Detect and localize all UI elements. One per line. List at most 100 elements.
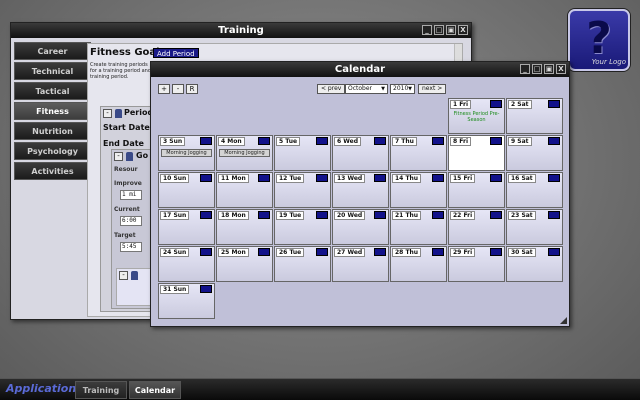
calendar-titlebar[interactable]: Calendar _ □ ▣ X	[151, 62, 569, 77]
calendar-day-cell[interactable]: 8 Fri	[448, 135, 505, 171]
add-event-button[interactable]	[490, 100, 502, 108]
calendar-day-cell[interactable]: 15 Fri	[448, 172, 505, 208]
calendar-day-cell[interactable]: 25 Mon	[216, 246, 273, 282]
add-event-button[interactable]	[490, 248, 502, 256]
nav-psychology[interactable]: Psychology	[14, 142, 91, 160]
calendar-day-cell[interactable]: 11 Mon	[216, 172, 273, 208]
add-event-button[interactable]	[316, 248, 328, 256]
calendar-day-cell[interactable]: 12 Tue	[274, 172, 331, 208]
resize-handle[interactable]	[560, 317, 567, 324]
calendar-day-cell[interactable]: 26 Tue	[274, 246, 331, 282]
close-button[interactable]: X	[458, 25, 468, 35]
target-field[interactable]: 5:45	[120, 242, 142, 252]
calendar-day-cell[interactable]: 1 Fri Fitness Period Pre-Season	[448, 98, 505, 134]
add-event-button[interactable]	[548, 100, 560, 108]
calendar-day-cell[interactable]: 20 Wed	[332, 209, 389, 245]
current-field[interactable]: 6:00	[120, 216, 142, 226]
calendar-day-cell[interactable]: 23 Sat	[506, 209, 563, 245]
add-event-button[interactable]	[258, 137, 270, 145]
zoom-out-button[interactable]: -	[172, 84, 184, 94]
add-event-button[interactable]	[200, 137, 212, 145]
restore-button[interactable]: □	[434, 25, 444, 35]
calendar-day-cell[interactable]: 5 Tue	[274, 135, 331, 171]
calendar-day-cell[interactable]: 27 Wed	[332, 246, 389, 282]
nav-fitness[interactable]: Fitness	[14, 102, 91, 120]
add-event-button[interactable]	[432, 174, 444, 182]
next-month-button[interactable]: next >	[418, 84, 447, 94]
add-event-button[interactable]	[200, 174, 212, 182]
calendar-day-cell[interactable]: 22 Fri	[448, 209, 505, 245]
calendar-event[interactable]: Morning Jogging	[219, 149, 270, 157]
add-event-button[interactable]	[548, 174, 560, 182]
minimize-button[interactable]: _	[422, 25, 432, 35]
add-event-button[interactable]	[200, 248, 212, 256]
add-event-button[interactable]	[432, 211, 444, 219]
calendar-day-cell[interactable]: 18 Mon	[216, 209, 273, 245]
maximize-button[interactable]: ▣	[544, 64, 554, 74]
add-event-button[interactable]	[432, 248, 444, 256]
reset-button[interactable]: R	[186, 84, 198, 94]
add-event-button[interactable]	[316, 211, 328, 219]
add-event-button[interactable]	[258, 174, 270, 182]
calendar-day-cell[interactable]: 28 Thu	[390, 246, 447, 282]
collapse-period-button[interactable]: -	[103, 109, 112, 118]
add-event-button[interactable]	[374, 211, 386, 219]
calendar-day-cell[interactable]: 29 Fri	[448, 246, 505, 282]
nav-activities[interactable]: Activities	[14, 162, 91, 180]
add-event-button[interactable]	[316, 137, 328, 145]
calendar-day-cell[interactable]: 30 Sat	[506, 246, 563, 282]
app-logo[interactable]: ? Your Logo	[568, 9, 630, 71]
add-event-button[interactable]	[258, 248, 270, 256]
add-event-button[interactable]	[374, 137, 386, 145]
add-period-button[interactable]: Add Period	[153, 48, 199, 58]
task-training[interactable]: Training	[75, 381, 127, 399]
maximize-button[interactable]: ▣	[446, 25, 456, 35]
add-event-button[interactable]	[200, 211, 212, 219]
calendar-day-cell[interactable]: 3 Sun Morning Jogging	[158, 135, 215, 171]
add-event-button[interactable]	[548, 248, 560, 256]
calendar-day-cell[interactable]: 6 Wed	[332, 135, 389, 171]
add-event-button[interactable]	[374, 174, 386, 182]
add-event-button[interactable]	[548, 137, 560, 145]
improve-field[interactable]: 1 mi	[120, 190, 142, 200]
calendar-day-cell[interactable]: 9 Sat	[506, 135, 563, 171]
calendar-day-cell[interactable]: 19 Tue	[274, 209, 331, 245]
calendar-day-cell[interactable]: 16 Sat	[506, 172, 563, 208]
add-event-button[interactable]	[490, 137, 502, 145]
calendar-day-cell[interactable]: 14 Thu	[390, 172, 447, 208]
add-event-button[interactable]	[374, 248, 386, 256]
calendar-event[interactable]: Fitness Period Pre-Season	[451, 111, 502, 123]
task-calendar[interactable]: Calendar	[129, 381, 181, 399]
calendar-day-cell[interactable]: 7 Thu	[390, 135, 447, 171]
applications-label[interactable]: Applications	[6, 382, 83, 395]
close-button[interactable]: X	[556, 64, 566, 74]
nav-career[interactable]: Career	[14, 42, 91, 60]
calendar-day-cell[interactable]: 10 Sun	[158, 172, 215, 208]
nav-tactical[interactable]: Tactical	[14, 82, 91, 100]
minimize-button[interactable]: _	[520, 64, 530, 74]
add-event-button[interactable]	[200, 285, 212, 293]
collapse-detail-button[interactable]: -	[119, 271, 128, 280]
year-select[interactable]: 2010 ▼	[390, 84, 415, 94]
add-event-button[interactable]	[548, 211, 560, 219]
add-event-button[interactable]	[258, 211, 270, 219]
add-event-button[interactable]	[432, 137, 444, 145]
calendar-day-cell[interactable]: 17 Sun	[158, 209, 215, 245]
training-titlebar[interactable]: Training _ □ ▣ X	[11, 23, 471, 38]
calendar-day-cell[interactable]: 2 Sat	[506, 98, 563, 134]
calendar-day-cell[interactable]: 21 Thu	[390, 209, 447, 245]
restore-button[interactable]: □	[532, 64, 542, 74]
add-event-button[interactable]	[490, 174, 502, 182]
calendar-day-cell[interactable]: 4 Mon Morning Jogging	[216, 135, 273, 171]
zoom-in-button[interactable]: +	[158, 84, 170, 94]
calendar-event[interactable]: Morning Jogging	[161, 149, 212, 157]
nav-nutrition[interactable]: Nutrition	[14, 122, 91, 140]
month-select[interactable]: October ▼	[345, 84, 388, 94]
calendar-day-cell[interactable]: 24 Sun	[158, 246, 215, 282]
prev-month-button[interactable]: < prev	[317, 84, 346, 94]
add-event-button[interactable]	[490, 211, 502, 219]
collapse-goal-button[interactable]: -	[114, 152, 123, 161]
nav-technical[interactable]: Technical	[14, 62, 91, 80]
calendar-day-cell[interactable]: 31 Sun	[158, 283, 215, 319]
add-event-button[interactable]	[316, 174, 328, 182]
